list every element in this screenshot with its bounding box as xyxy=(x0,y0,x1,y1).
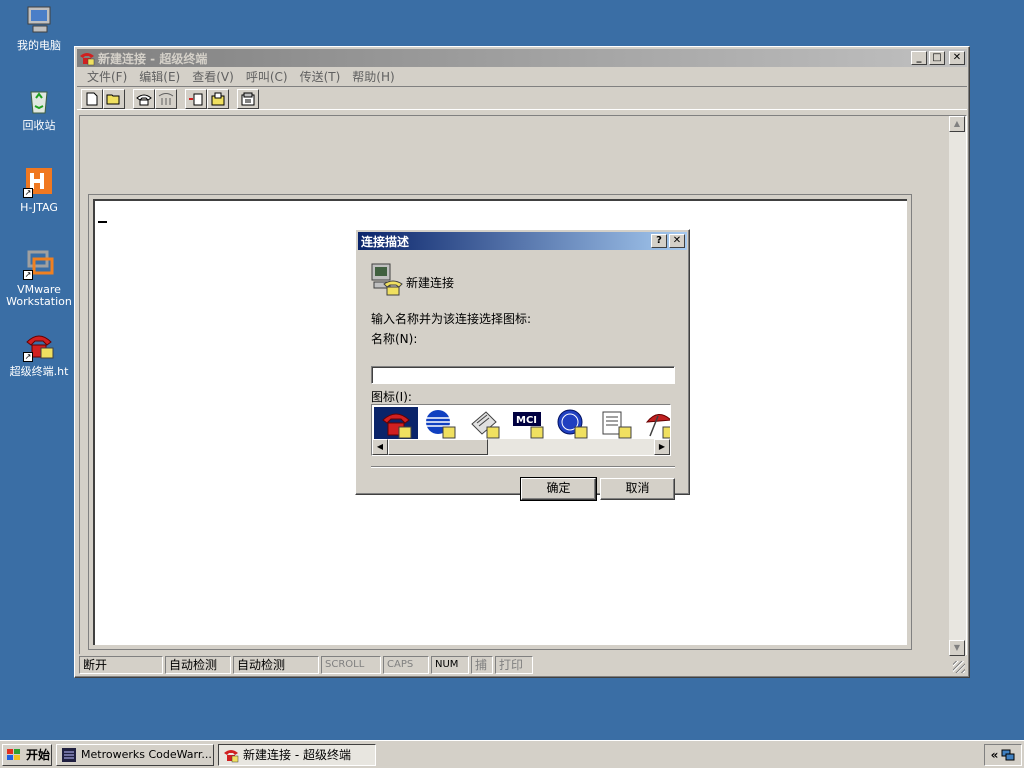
toolbar xyxy=(77,86,967,110)
task-hyperterminal[interactable]: 新建连接 - 超级终端 xyxy=(218,743,376,766)
dialog-title: 连接描述 xyxy=(361,234,410,249)
vertical-scrollbar[interactable]: ▲ ▼ xyxy=(949,116,966,656)
resize-grip[interactable] xyxy=(953,661,965,673)
dialog-close-button[interactable]: ✕ xyxy=(669,234,685,248)
status-caps: CAPS xyxy=(383,656,429,674)
globe-phone-icon[interactable] xyxy=(418,407,462,441)
task-label: Metrowerks CodeWarr... xyxy=(81,748,212,761)
my-computer-icon xyxy=(23,4,55,36)
menu-transfer[interactable]: 传送(T) xyxy=(294,68,347,85)
instruction-text: 输入名称并为该连接选择图标: xyxy=(371,312,532,326)
desktop-icon-label: 超级终端.ht xyxy=(9,365,69,378)
task-label: 新建连接 - 超级终端 xyxy=(243,748,351,762)
menu-help[interactable]: 帮助(H) xyxy=(346,68,400,85)
vmware-icon: ↗ xyxy=(23,248,55,280)
help-button[interactable]: ? xyxy=(651,234,667,248)
start-label: 开始 xyxy=(26,748,51,762)
red-phone-icon[interactable] xyxy=(374,407,418,441)
connection-description-dialog: 连接描述 ? ✕ 新建连接 输入名称并为该连接选择图标: 名称(N): 图标(I… xyxy=(355,229,690,501)
window-titlebar[interactable]: 新建连接 - 超级终端 _ □ ✕ xyxy=(77,49,967,67)
icon-picker[interactable]: MCI ◀ ▶ xyxy=(371,404,671,456)
disconnect-button[interactable] xyxy=(155,88,177,109)
desktop-icon-hyperterminal[interactable]: ↗ 超级终端.ht xyxy=(0,330,78,378)
status-bar: 断开 自动检测 自动检测 SCROLL CAPS NUM 捕 打印 xyxy=(79,655,967,675)
scroll-thumb[interactable] xyxy=(388,439,488,455)
status-terminal-type: 自动检测 xyxy=(165,656,231,674)
properties-icon xyxy=(241,92,255,105)
open-icon xyxy=(106,94,120,104)
send-button[interactable] xyxy=(185,88,207,109)
status-scroll: SCROLL xyxy=(321,656,381,674)
task-codewarrior[interactable]: Metrowerks CodeWarr... xyxy=(56,743,214,766)
send-icon xyxy=(189,93,203,105)
cancel-button[interactable]: 取消 xyxy=(600,478,675,500)
umbrella-phone-icon[interactable] xyxy=(638,407,670,441)
taskbar: 开始 Metrowerks CodeWarr... 新建连接 - 超级终端 « xyxy=(0,740,1024,768)
window-title: 新建连接 - 超级终端 xyxy=(98,51,208,66)
fax-phone-icon[interactable] xyxy=(462,407,506,441)
status-capture: 捕 xyxy=(471,656,493,674)
maximize-button[interactable]: □ xyxy=(929,51,945,65)
recycle-bin-icon xyxy=(23,84,55,116)
scroll-down-arrow[interactable]: ▼ xyxy=(949,640,965,656)
connection-icon xyxy=(370,262,404,296)
menu-file[interactable]: 文件(F) xyxy=(81,68,133,85)
name-input[interactable] xyxy=(371,366,675,384)
new-button[interactable] xyxy=(81,88,103,109)
hyperterminal-icon: ↗ xyxy=(23,330,55,362)
h-jtag-icon: ↗ xyxy=(23,166,55,198)
codewarrior-icon xyxy=(62,747,76,762)
scroll-up-arrow[interactable]: ▲ xyxy=(949,116,965,132)
menu-bar: 文件(F) 编辑(E) 查看(V) 呼叫(C) 传送(T) 帮助(H) xyxy=(77,67,967,86)
icon-picker-scrollbar[interactable]: ◀ ▶ xyxy=(372,439,670,455)
minimize-button[interactable]: _ xyxy=(911,51,927,65)
hyperterminal-icon xyxy=(79,50,95,66)
close-button[interactable]: ✕ xyxy=(949,51,965,65)
dialog-separator xyxy=(371,466,675,468)
status-baud: 自动检测 xyxy=(233,656,319,674)
name-label: 名称(N): xyxy=(371,332,418,346)
desktop-icon-my-computer[interactable]: 我的电脑 xyxy=(0,4,78,52)
windows-logo-icon xyxy=(7,748,20,760)
network-icon xyxy=(1001,749,1015,761)
hyperterminal-icon xyxy=(224,749,239,762)
properties-button[interactable] xyxy=(237,88,259,109)
start-button[interactable]: 开始 xyxy=(2,743,52,766)
document-phone-icon[interactable] xyxy=(594,407,638,441)
text-cursor xyxy=(98,221,107,223)
disconnect-icon xyxy=(158,92,174,105)
dialog-titlebar[interactable]: 连接描述 ? ✕ xyxy=(358,232,687,250)
status-connection: 断开 xyxy=(79,656,163,674)
svg-text:MCI: MCI xyxy=(516,415,537,426)
menu-view[interactable]: 查看(V) xyxy=(186,68,240,85)
scroll-left-arrow[interactable]: ◀ xyxy=(372,439,388,455)
receive-button[interactable] xyxy=(207,88,229,109)
scroll-right-arrow[interactable]: ▶ xyxy=(654,439,670,455)
call-icon xyxy=(136,94,152,105)
icon-label: 图标(I): xyxy=(371,390,412,404)
open-button[interactable] xyxy=(103,88,125,109)
desktop-icon-recycle-bin[interactable]: 回收站 xyxy=(0,84,78,132)
ok-button[interactable]: 确定 xyxy=(520,477,597,501)
ge-phone-icon[interactable] xyxy=(550,407,594,441)
desktop-icon-label: 我的电脑 xyxy=(17,39,61,52)
menu-edit[interactable]: 编辑(E) xyxy=(133,68,186,85)
desktop-icon-label: VMware Workstation xyxy=(6,283,72,308)
receive-icon xyxy=(211,92,225,105)
system-tray[interactable]: « xyxy=(984,744,1022,766)
desktop-icon-label: 回收站 xyxy=(22,119,56,132)
new-icon xyxy=(86,92,98,105)
status-print: 打印 xyxy=(495,656,533,674)
desktop-icon-label: H-JTAG xyxy=(20,201,58,214)
menu-call[interactable]: 呼叫(C) xyxy=(240,68,294,85)
mci-phone-icon[interactable]: MCI xyxy=(506,407,550,441)
status-num: NUM xyxy=(431,656,469,674)
connection-name-heading: 新建连接 xyxy=(406,276,455,290)
desktop-icon-h-jtag[interactable]: ↗ H-JTAG xyxy=(0,166,78,214)
call-button[interactable] xyxy=(133,88,155,109)
desktop-icon-vmware[interactable]: ↗ VMware Workstation xyxy=(0,248,78,308)
tray-expand-icon[interactable]: « xyxy=(991,748,999,762)
